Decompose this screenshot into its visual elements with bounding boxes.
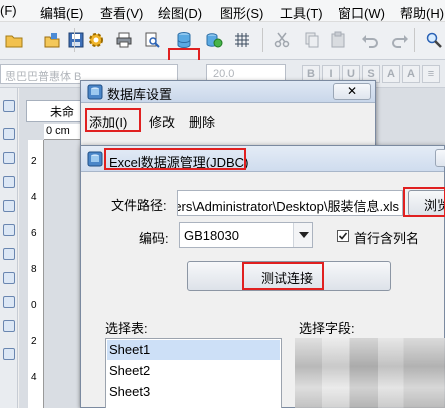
main-toolbar [0,22,445,76]
menu-bar: (F) 编辑(E) 查看(V) 绘图(D) 图形(S) 工具(T) 窗口(W) … [0,0,445,22]
menu-tools[interactable]: 工具(T) [280,3,323,22]
menu-view[interactable]: 查看(V) [100,3,143,22]
ruler-unit-label: 0 cm [46,125,70,137]
cut-icon[interactable] [270,28,294,52]
vertical-ruler: 2 4 6 8 0 2 4 [28,140,44,408]
excel-dialog-close-button[interactable] [435,149,445,167]
open-folder-icon[interactable] [2,28,26,52]
list-item[interactable]: Sheet2 [107,361,280,381]
ellipse-tool-icon[interactable] [3,200,15,212]
copy-icon[interactable] [300,28,324,52]
line-tool-icon[interactable] [3,152,15,164]
grid-icon[interactable] [230,28,254,52]
database-dialog-icon [87,84,103,100]
align-button[interactable]: ≡ [422,65,440,83]
ruler-mark: 6 [31,228,37,239]
text-tool-icon[interactable] [3,128,15,140]
excel-dialog-icon [87,151,103,167]
database-link-icon[interactable] [202,28,226,52]
table-tool-icon[interactable] [3,296,15,308]
db-edit-menu[interactable]: 修改 [149,112,175,131]
toolbar-separator [74,28,75,52]
menu-window[interactable]: 窗口(W) [338,3,385,22]
ruler-mark: 4 [31,372,37,383]
encoding-label: 编码: [139,231,169,246]
ruler-mark: 4 [31,192,37,203]
first-row-header-label: 首行含列名 [354,231,420,246]
rect-tool-icon[interactable] [3,176,15,188]
db-delete-menu[interactable]: 删除 [189,112,215,131]
db-add-highlight [85,108,141,132]
menu-draw[interactable]: 绘图(D) [158,3,202,22]
test-connection-highlight [242,262,324,290]
file-path-input[interactable]: C:\Users\Administrator\Desktop\服装信息.xls [177,190,403,216]
image-tool-icon[interactable] [3,272,15,284]
ruler-mark: 2 [31,156,37,167]
toolbar-separator [262,28,263,52]
paste-icon[interactable] [326,28,350,52]
menu-shape[interactable]: 图形(S) [220,3,263,22]
print-icon[interactable] [112,28,136,52]
font-grow-button[interactable]: A [382,65,400,83]
undo-icon[interactable] [358,28,382,52]
menu-file[interactable]: (F) [0,3,17,18]
toolbar-separator [414,28,415,52]
menu-help[interactable]: 帮助(H) [400,3,444,22]
print-preview-icon[interactable] [140,28,164,52]
checkmark-icon [338,232,348,240]
shape-tool-icon[interactable] [3,320,15,332]
database-dialog-close-button[interactable]: ✕ [333,83,371,100]
qrcode-tool-icon[interactable] [3,248,15,260]
list-item[interactable]: Sheet1 [107,340,280,360]
select-field-label: 选择字段: [299,321,355,336]
barcode-tool-icon[interactable] [3,224,15,236]
file-path-label: 文件路径: [111,198,167,213]
settings-gear-icon[interactable] [84,28,108,52]
ruler-mark: 0 [31,300,37,311]
search-icon[interactable] [422,28,445,52]
open-file-icon[interactable] [40,28,64,52]
document-tab-label: 未命 [50,105,75,119]
pointer-tool-icon[interactable] [3,100,15,112]
excel-title-highlight [104,148,246,170]
field-list-blurred[interactable] [295,338,445,408]
excel-dialog-titlebar[interactable]: Excel数据源管理(JDBC) [81,146,445,172]
list-item[interactable]: Sheet3 [107,382,280,402]
excel-datasource-dialog: Excel数据源管理(JDBC) 文件路径: C:\Users\Administ… [80,145,445,408]
horizontal-ruler: 0 cm [44,124,84,140]
left-tool-strip [0,88,18,408]
redo-icon[interactable] [388,28,412,52]
ruler-mark: 8 [31,264,37,275]
database-dialog-title: 数据库设置 [107,87,173,102]
file-path-value: C:\Users\Administrator\Desktop\服装信息.xls [178,199,399,214]
select-table-label: 选择表: [105,321,148,336]
font-shrink-button[interactable]: A [402,65,420,83]
browse-highlight [403,187,445,217]
ruler-mark: 2 [31,336,37,347]
chevron-down-icon[interactable] [293,223,312,247]
database-dialog-titlebar[interactable]: 数据库设置 ✕ [81,81,375,103]
first-row-header-checkbox[interactable] [337,230,349,242]
sheet-list[interactable]: Sheet1 Sheet2 Sheet3 [105,338,282,408]
menu-edit[interactable]: 编辑(E) [40,3,83,22]
extra-tool-icon[interactable] [3,348,15,360]
